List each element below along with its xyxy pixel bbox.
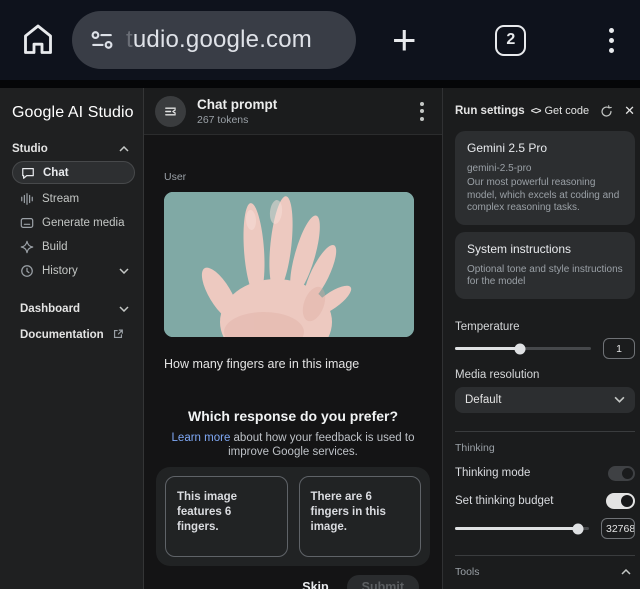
chat-icon	[21, 166, 35, 180]
chat-title: Chat prompt	[197, 96, 278, 112]
chat-menu-icon[interactable]	[416, 98, 428, 125]
section-divider	[455, 554, 635, 556]
history-icon	[20, 264, 34, 278]
sidebar-item-dashboard[interactable]: Dashboard	[12, 297, 137, 321]
thinking-section-label: Thinking	[455, 441, 495, 454]
code-icon: <>	[530, 105, 542, 117]
external-link-icon	[112, 328, 126, 342]
chevron-up-icon[interactable]	[621, 568, 631, 575]
thinking-budget-value[interactable]: 32768	[601, 518, 635, 539]
preference-title: Which response do you prefer?	[187, 408, 399, 424]
model-id: gemini-2.5-pro	[467, 163, 532, 174]
sidebar-item-build[interactable]: Build	[12, 235, 137, 259]
toolbar-divider	[0, 80, 640, 88]
chevron-up-icon	[119, 146, 129, 152]
run-settings-panel: Run settings <> Get code ✕ Gemini 2.5 Pr…	[442, 88, 640, 589]
thinking-mode-toggle[interactable]	[608, 465, 635, 481]
learn-more-link[interactable]: Learn more	[172, 432, 231, 444]
close-icon[interactable]: ✕	[624, 103, 635, 119]
app-screen: tudio.google.com + 2 Google AI Studio St…	[0, 0, 640, 589]
temperature-label: Temperature	[455, 320, 520, 333]
response-preference-block: Which response do you prefer? Learn more…	[144, 408, 442, 589]
temperature-value[interactable]: 1	[603, 338, 635, 359]
app-logo[interactable]: Google AI Studio	[12, 104, 137, 122]
stream-icon	[20, 192, 34, 206]
system-instructions-card[interactable]: System instructions Optional tone and st…	[455, 231, 635, 299]
site-settings-icon[interactable]	[90, 30, 114, 50]
reset-settings-icon[interactable]	[600, 104, 613, 118]
temperature-slider[interactable]	[455, 343, 591, 354]
chevron-down-icon	[614, 396, 625, 403]
main-panel: Chat prompt 267 tokens User How many fin…	[144, 88, 442, 589]
tab-switcher[interactable]: 2	[495, 24, 527, 56]
media-icon	[20, 216, 34, 230]
sidebar-item-documentation[interactable]: Documentation	[12, 323, 137, 347]
model-name: Gemini 2.5 Pro	[467, 141, 548, 155]
token-count: 267 tokens	[197, 113, 249, 126]
chat-header: Chat prompt 267 tokens	[144, 88, 442, 135]
attached-hand-image[interactable]	[164, 192, 414, 337]
run-settings-title: Run settings	[455, 105, 525, 117]
build-icon	[20, 240, 34, 254]
model-description: Our most powerful reasoning model, which…	[467, 177, 620, 213]
sidebar-item-chat[interactable]: Chat	[12, 161, 135, 184]
media-resolution-label: Media resolution	[455, 368, 540, 381]
response-option-a[interactable]: This image features 6 fingers.	[165, 476, 288, 557]
thinking-budget-slider-thumb[interactable]	[572, 523, 584, 534]
temperature-slider-thumb[interactable]	[514, 343, 526, 354]
new-tab-icon[interactable]: +	[392, 19, 417, 61]
skip-button[interactable]: Skip	[302, 580, 328, 589]
preference-caption: Learn more about how your feedback is us…	[171, 432, 415, 458]
get-code-button[interactable]: <> Get code	[531, 105, 589, 117]
thinking-mode-label: Thinking mode	[455, 467, 531, 479]
browser-toolbar: tudio.google.com + 2	[0, 0, 640, 80]
sidebar-item-generate-media[interactable]: Generate media	[12, 211, 137, 235]
user-turn-label: User	[164, 171, 187, 183]
sidebar-item-history[interactable]: History	[12, 259, 137, 283]
prompt-text: How many fingers are in this image	[164, 357, 360, 371]
thinking-budget-slider[interactable]	[455, 523, 589, 534]
model-selector-card[interactable]: Gemini 2.5 Pro gemini-2.5-pro Our most p…	[455, 131, 635, 225]
chat-transcript: User How many fingers are in this image …	[144, 135, 442, 589]
browser-menu-icon[interactable]	[605, 24, 618, 57]
chevron-down-icon	[119, 268, 129, 274]
system-instructions-title: System instructions	[467, 241, 572, 256]
thinking-budget-label: Set thinking budget	[455, 494, 554, 507]
sidebar: Google AI Studio Studio Chat Stream Gene…	[0, 88, 144, 589]
collapse-panel-icon[interactable]	[155, 95, 186, 127]
chevron-down-icon	[119, 306, 129, 312]
address-bar[interactable]: tudio.google.com	[72, 11, 356, 69]
preference-options: This image features 6 fingers. There are…	[156, 467, 430, 566]
sidebar-section-studio[interactable]: Studio	[12, 143, 137, 155]
submit-button[interactable]: Submit	[346, 575, 419, 589]
thinking-budget-toggle[interactable]	[606, 492, 635, 509]
tools-section-label: Tools	[455, 566, 635, 578]
section-divider	[455, 430, 635, 432]
browser-actions: + 2	[392, 19, 618, 61]
sidebar-item-stream[interactable]: Stream	[12, 187, 137, 211]
home-icon[interactable]	[18, 20, 58, 60]
response-option-b[interactable]: There are 6 fingers in this image.	[298, 476, 421, 557]
url-text: tudio.google.com	[126, 26, 312, 53]
media-resolution-select[interactable]: Default	[455, 386, 635, 413]
system-instructions-description: Optional tone and style instructions for…	[467, 263, 623, 288]
